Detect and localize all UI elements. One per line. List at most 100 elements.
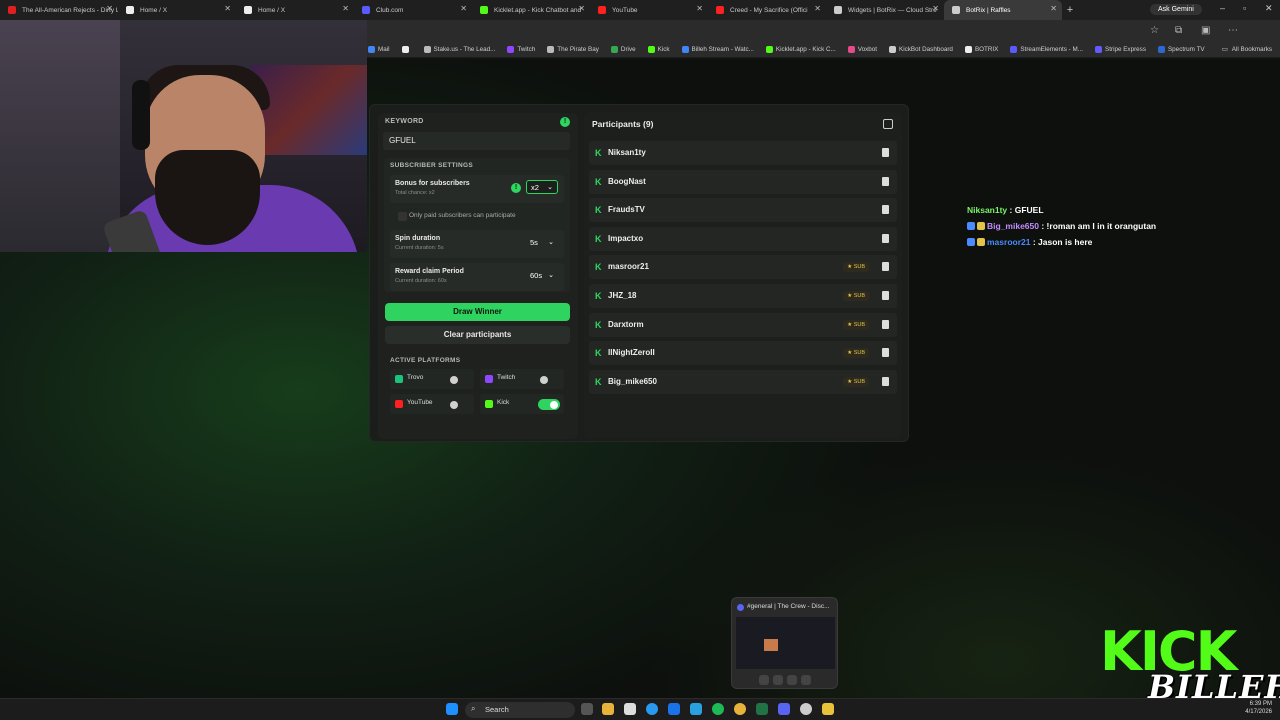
trash-icon[interactable] xyxy=(882,205,889,215)
preview-settings-icon[interactable] xyxy=(801,675,811,685)
bookmark-item[interactable]: Stake.us - The Lead... xyxy=(423,46,495,53)
taskbar-search[interactable]: ⌕ Search xyxy=(465,702,575,718)
preview-camera-icon[interactable] xyxy=(759,675,769,685)
tab-favicon-icon xyxy=(362,6,370,14)
trash-icon[interactable] xyxy=(882,262,889,272)
obs-icon[interactable] xyxy=(800,703,812,715)
tab-title: Club.com xyxy=(376,6,404,14)
menu-icon[interactable]: ⋯ xyxy=(1228,25,1238,36)
browser-tab[interactable]: Widgets | BotRix — Cloud Stre ✕ xyxy=(826,0,944,20)
bookmark-item[interactable]: Kicklet.app - Kick C... xyxy=(765,46,836,53)
maximize-icon[interactable]: ▫ xyxy=(1243,3,1246,13)
bookmark-item[interactable]: Twitch xyxy=(507,46,535,53)
participant-name: masroor21 xyxy=(608,262,649,272)
excel-icon[interactable] xyxy=(756,703,768,715)
close-tab-icon[interactable]: ✕ xyxy=(460,4,467,13)
bonus-multiplier-select[interactable]: x2 ⌄ xyxy=(526,180,558,194)
platform-toggle[interactable] xyxy=(538,374,560,385)
new-tab-button[interactable]: + xyxy=(1062,4,1078,16)
bookmark-item[interactable]: Kick xyxy=(647,46,670,53)
trash-icon[interactable] xyxy=(882,291,889,300)
clock-date: 4/17/2026 xyxy=(1245,709,1272,715)
star-icon[interactable]: ☆ xyxy=(1150,25,1159,36)
bookmark-item[interactable]: Drive xyxy=(610,46,636,53)
trash-icon[interactable] xyxy=(882,376,889,386)
bookmark-item[interactable]: Mail xyxy=(368,46,390,53)
taskbar-preview-popup[interactable]: #general | The Crew - Disc... xyxy=(731,597,838,689)
participant-name: BoogNast xyxy=(608,176,646,186)
preview-mic-icon[interactable] xyxy=(773,675,783,685)
close-tab-icon[interactable]: ✕ xyxy=(342,4,349,13)
bookmark-item[interactable]: Voxbot xyxy=(847,46,877,53)
participant-name: Impactxo xyxy=(608,233,644,243)
bookmark-item[interactable]: Billeh Stream - Watc... xyxy=(681,46,754,53)
extensions-icon[interactable]: ⧉ xyxy=(1175,25,1182,36)
task-view-icon[interactable] xyxy=(581,703,593,715)
browser-tab[interactable]: Kicklet.app - Kick Chatbot and ✕ xyxy=(472,0,590,20)
paid-subscribers-checkbox[interactable] xyxy=(398,212,407,221)
bookmark-item[interactable]: Stripe Express xyxy=(1095,46,1146,53)
close-tab-icon[interactable]: ✕ xyxy=(814,4,821,13)
edge-icon[interactable] xyxy=(646,703,658,715)
bookmark-label: Billeh Stream - Watc... xyxy=(691,46,754,53)
browser-tab[interactable]: Club.com ✕ xyxy=(354,0,472,20)
preview-thumbnail-video xyxy=(764,639,778,651)
draw-winner-button[interactable]: Draw Winner xyxy=(385,303,570,321)
trash-icon[interactable] xyxy=(882,233,889,243)
trash-icon[interactable] xyxy=(882,148,889,157)
kick-icon: K xyxy=(595,148,602,158)
taskbar-clock[interactable]: 6:39 PM 4/17/2026 xyxy=(1245,700,1272,716)
sidebar-icon[interactable]: ▣ xyxy=(1201,25,1210,36)
chrome-icon[interactable] xyxy=(734,703,746,715)
bookmark-item[interactable] xyxy=(401,46,412,53)
browser-tab[interactable]: Home / X ✕ xyxy=(118,0,236,20)
kick-icon: K xyxy=(595,205,602,216)
platform-toggle[interactable] xyxy=(448,374,470,385)
bookmark-item[interactable]: BOTRIX xyxy=(964,46,998,53)
browser-tab[interactable]: BotRix | Raffles ✕ xyxy=(944,0,1062,20)
all-bookmarks-link[interactable]: ▭ All Bookmarks xyxy=(1222,46,1272,53)
browser-tab[interactable]: Home / X ✕ xyxy=(236,0,354,20)
bookmark-item[interactable]: The Pirate Bay xyxy=(547,46,599,53)
kick-icon: K xyxy=(595,262,602,273)
close-tab-icon[interactable]: ✕ xyxy=(578,4,585,13)
ask-gemini-button[interactable]: Ask Gemini xyxy=(1150,4,1202,15)
spin-duration-select[interactable]: 5s ⌄ xyxy=(526,236,558,250)
spotify-icon[interactable] xyxy=(712,703,724,715)
close-tab-icon[interactable]: ✕ xyxy=(696,4,703,13)
platform-toggle[interactable] xyxy=(538,399,560,410)
bookmark-item[interactable]: KickBot Dashboard xyxy=(889,46,953,53)
close-tab-icon[interactable]: ✕ xyxy=(224,4,231,13)
app-icon[interactable] xyxy=(822,703,834,715)
keyword-input[interactable]: GFUEL xyxy=(383,132,570,150)
tab-favicon-icon xyxy=(480,6,488,14)
start-icon[interactable] xyxy=(446,703,458,715)
discord-taskbar-icon[interactable] xyxy=(778,703,790,715)
trash-icon[interactable] xyxy=(882,348,889,358)
paid-subscribers-checkbox-row[interactable]: Only paid subscribers can participate xyxy=(390,210,564,224)
bookmark-item[interactable]: StreamElements - M... xyxy=(1010,46,1083,53)
close-tab-icon[interactable]: ✕ xyxy=(1050,4,1057,13)
trash-icon[interactable] xyxy=(882,319,889,329)
minimize-icon[interactable]: – xyxy=(1220,3,1225,13)
clear-participants-button[interactable]: Clear participants xyxy=(385,326,570,344)
close-window-icon[interactable]: ✕ xyxy=(1265,3,1273,14)
bonus-info-icon[interactable]: ! xyxy=(511,183,521,193)
browser-tab[interactable]: Creed - My Sacrifice (Offici ✕ xyxy=(708,0,826,20)
close-tab-icon[interactable]: ✕ xyxy=(932,4,939,13)
close-tab-icon[interactable]: ✕ xyxy=(106,4,113,13)
browser-tab[interactable]: The All-American Rejects - Dirty Little … xyxy=(0,0,118,20)
spin-duration-title: Spin duration xyxy=(395,235,441,242)
keyword-info-icon[interactable]: ! xyxy=(560,117,570,127)
preview-headset-icon[interactable] xyxy=(787,675,797,685)
browser-tab[interactable]: YouTube ✕ xyxy=(590,0,708,20)
reward-claim-select[interactable]: 60s ⌄ xyxy=(526,269,558,283)
telegram-icon[interactable] xyxy=(690,703,702,715)
copy-icon[interactable] xyxy=(883,119,893,129)
mail-icon[interactable] xyxy=(668,703,680,715)
platform-toggle[interactable] xyxy=(448,399,470,410)
trash-icon[interactable] xyxy=(882,176,889,186)
file-explorer-icon[interactable] xyxy=(602,703,614,715)
bookmark-item[interactable]: Spectrum TV xyxy=(1157,46,1205,53)
notepad-icon[interactable] xyxy=(624,703,636,715)
